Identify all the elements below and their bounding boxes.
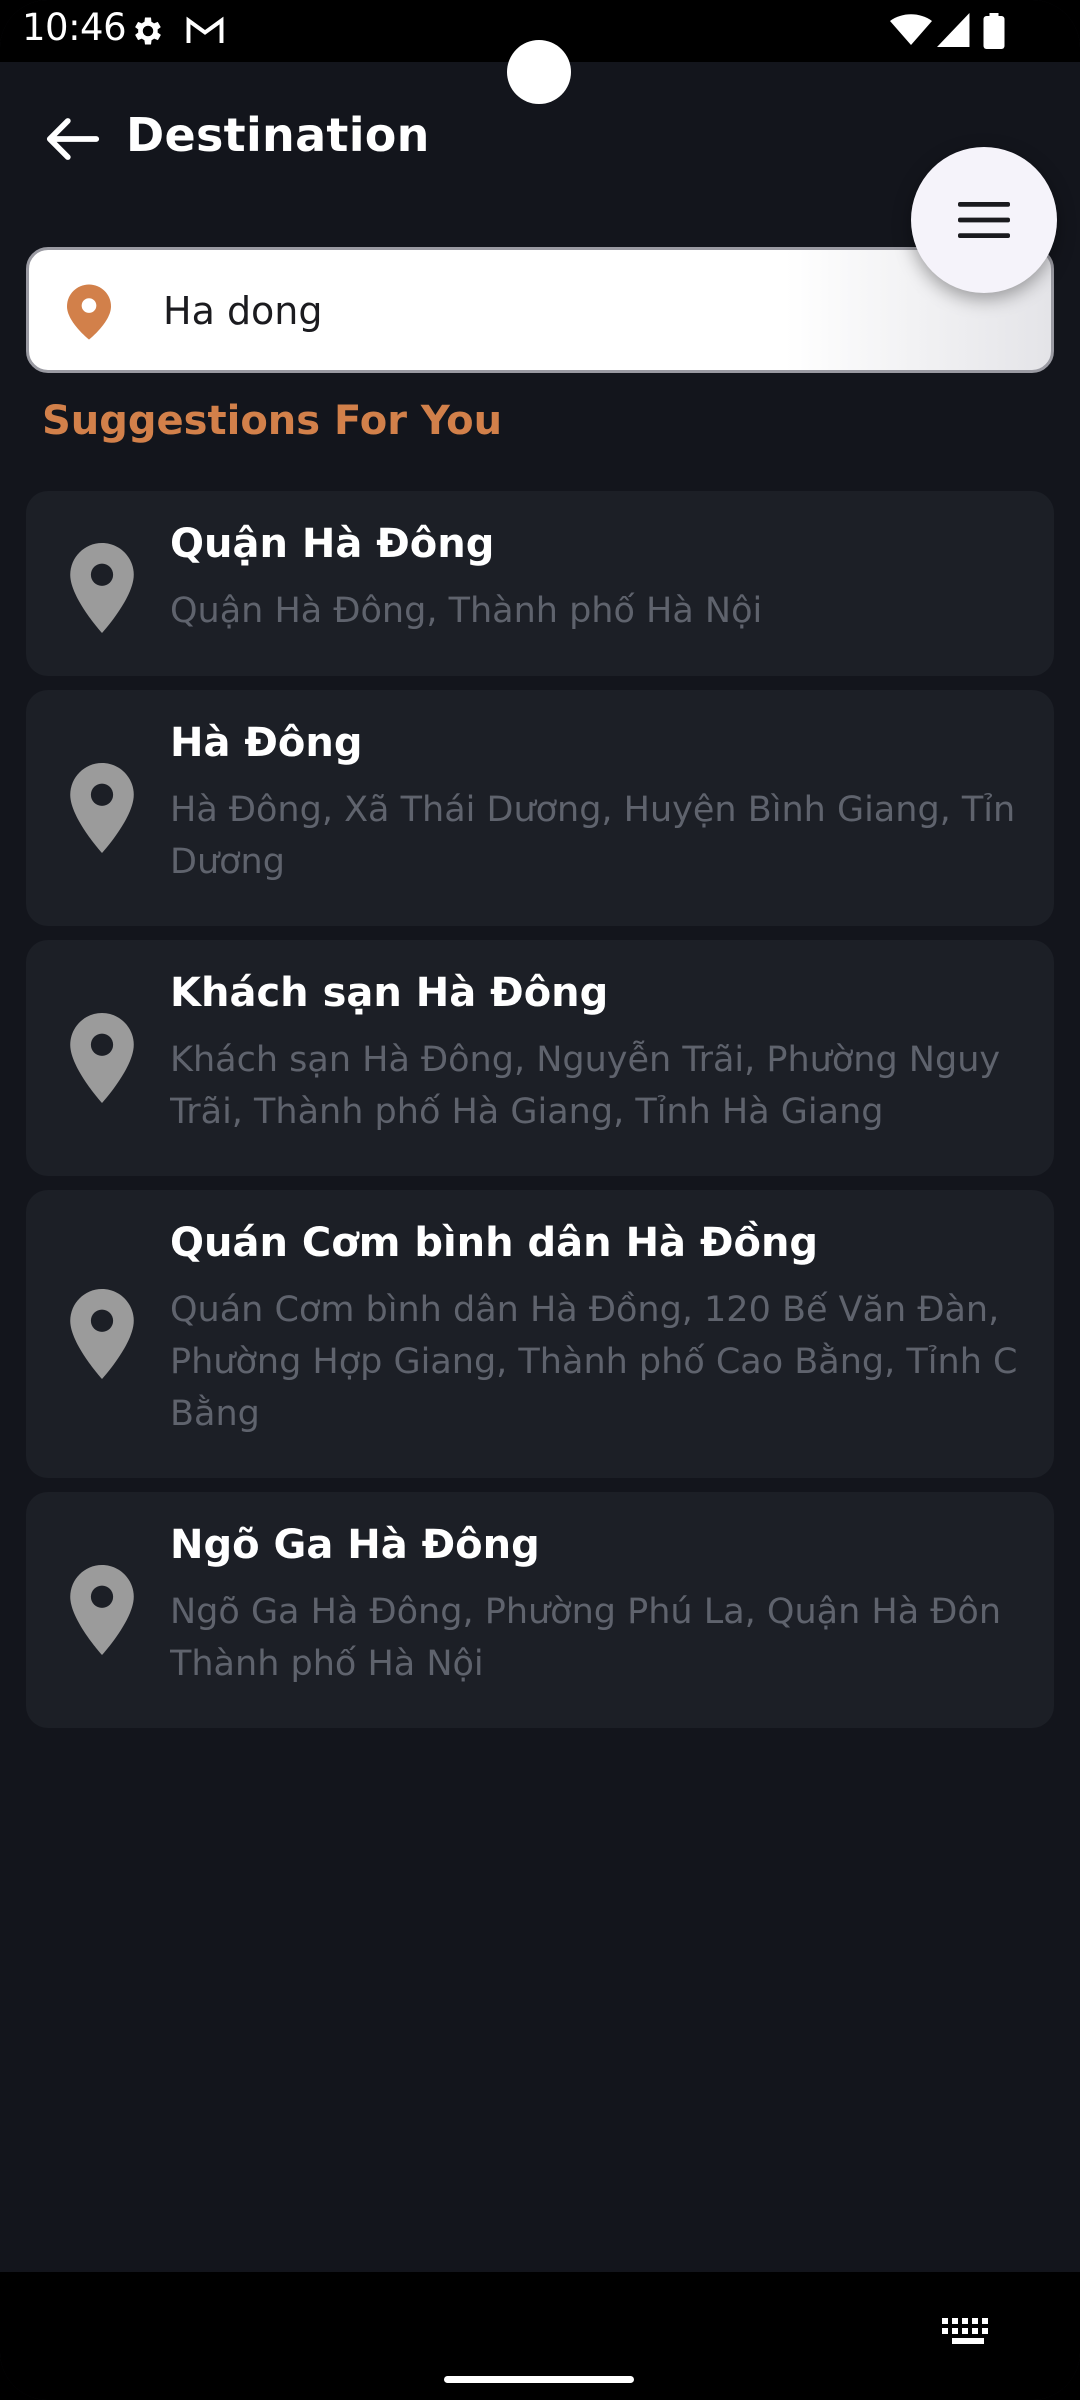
location-pin-icon <box>70 543 134 633</box>
location-pin-icon <box>67 284 111 340</box>
app-screen: 10:46 Destination Ha dong Suggestions Fo… <box>0 0 1080 2400</box>
home-gesture-bar[interactable] <box>444 2376 634 2383</box>
navigation-bar <box>0 2272 1080 2400</box>
suggestion-item[interactable]: Quận Hà Đông Quận Hà Đông, Thành phố Hà … <box>26 491 1054 676</box>
suggestion-address: Ngõ Ga Hà Đông, Phường Phú La, Quận Hà Đ… <box>170 1592 1002 1684</box>
battery-icon <box>983 13 1005 49</box>
suggestion-title: Quán Cơm bình dân Hà Đồng <box>170 1220 819 1266</box>
location-pin-icon <box>70 763 134 853</box>
gmail-icon <box>186 16 224 43</box>
suggestion-item[interactable]: Ngõ Ga Hà Đông Ngõ Ga Hà Đông, Phường Ph… <box>26 1492 1054 1728</box>
wifi-icon <box>890 14 932 45</box>
status-time: 10:46 <box>22 6 127 49</box>
settings-icon <box>135 17 161 45</box>
location-pin-icon <box>70 1289 134 1379</box>
suggestion-item[interactable]: Hà Đông Hà Đông, Xã Thái Dương, Huyện Bì… <box>26 690 1054 926</box>
front-camera <box>507 40 571 104</box>
location-pin-icon <box>70 1013 134 1103</box>
suggestion-title: Ngõ Ga Hà Đông <box>170 1522 540 1568</box>
menu-button[interactable] <box>911 147 1057 293</box>
hamburger-menu-icon <box>958 202 1010 238</box>
suggestion-item[interactable]: Khách sạn Hà Đông Khách sạn Hà Đông, Ngu… <box>26 940 1054 1176</box>
destination-search-box[interactable] <box>26 247 1054 373</box>
search-input[interactable] <box>163 276 863 346</box>
suggestion-address: Quận Hà Đông, Thành phố Hà Nội <box>170 591 763 631</box>
location-pin-icon <box>70 1565 134 1655</box>
suggestion-address: Khách sạn Hà Đông, Nguyễn Trãi, Phường N… <box>170 1040 1001 1132</box>
suggestion-address: Hà Đông, Xã Thái Dương, Huyện Bình Giang… <box>170 790 1016 882</box>
signal-icon <box>937 13 970 47</box>
page-title: Destination <box>126 108 430 162</box>
arrow-left-icon[interactable] <box>42 108 104 170</box>
suggestion-title: Hà Đông <box>170 720 363 766</box>
suggestions-list: Quận Hà Đông Quận Hà Đông, Thành phố Hà … <box>26 491 1054 1742</box>
suggestions-heading: Suggestions For You <box>42 398 503 444</box>
keyboard-icon[interactable] <box>940 2314 996 2354</box>
suggestion-item[interactable]: Quán Cơm bình dân Hà Đồng Quán Cơm bình … <box>26 1190 1054 1478</box>
suggestion-address: Quán Cơm bình dân Hà Đồng, 120 Bế Văn Đà… <box>170 1290 1018 1434</box>
suggestion-title: Khách sạn Hà Đông <box>170 970 609 1016</box>
suggestion-title: Quận Hà Đông <box>170 521 495 567</box>
